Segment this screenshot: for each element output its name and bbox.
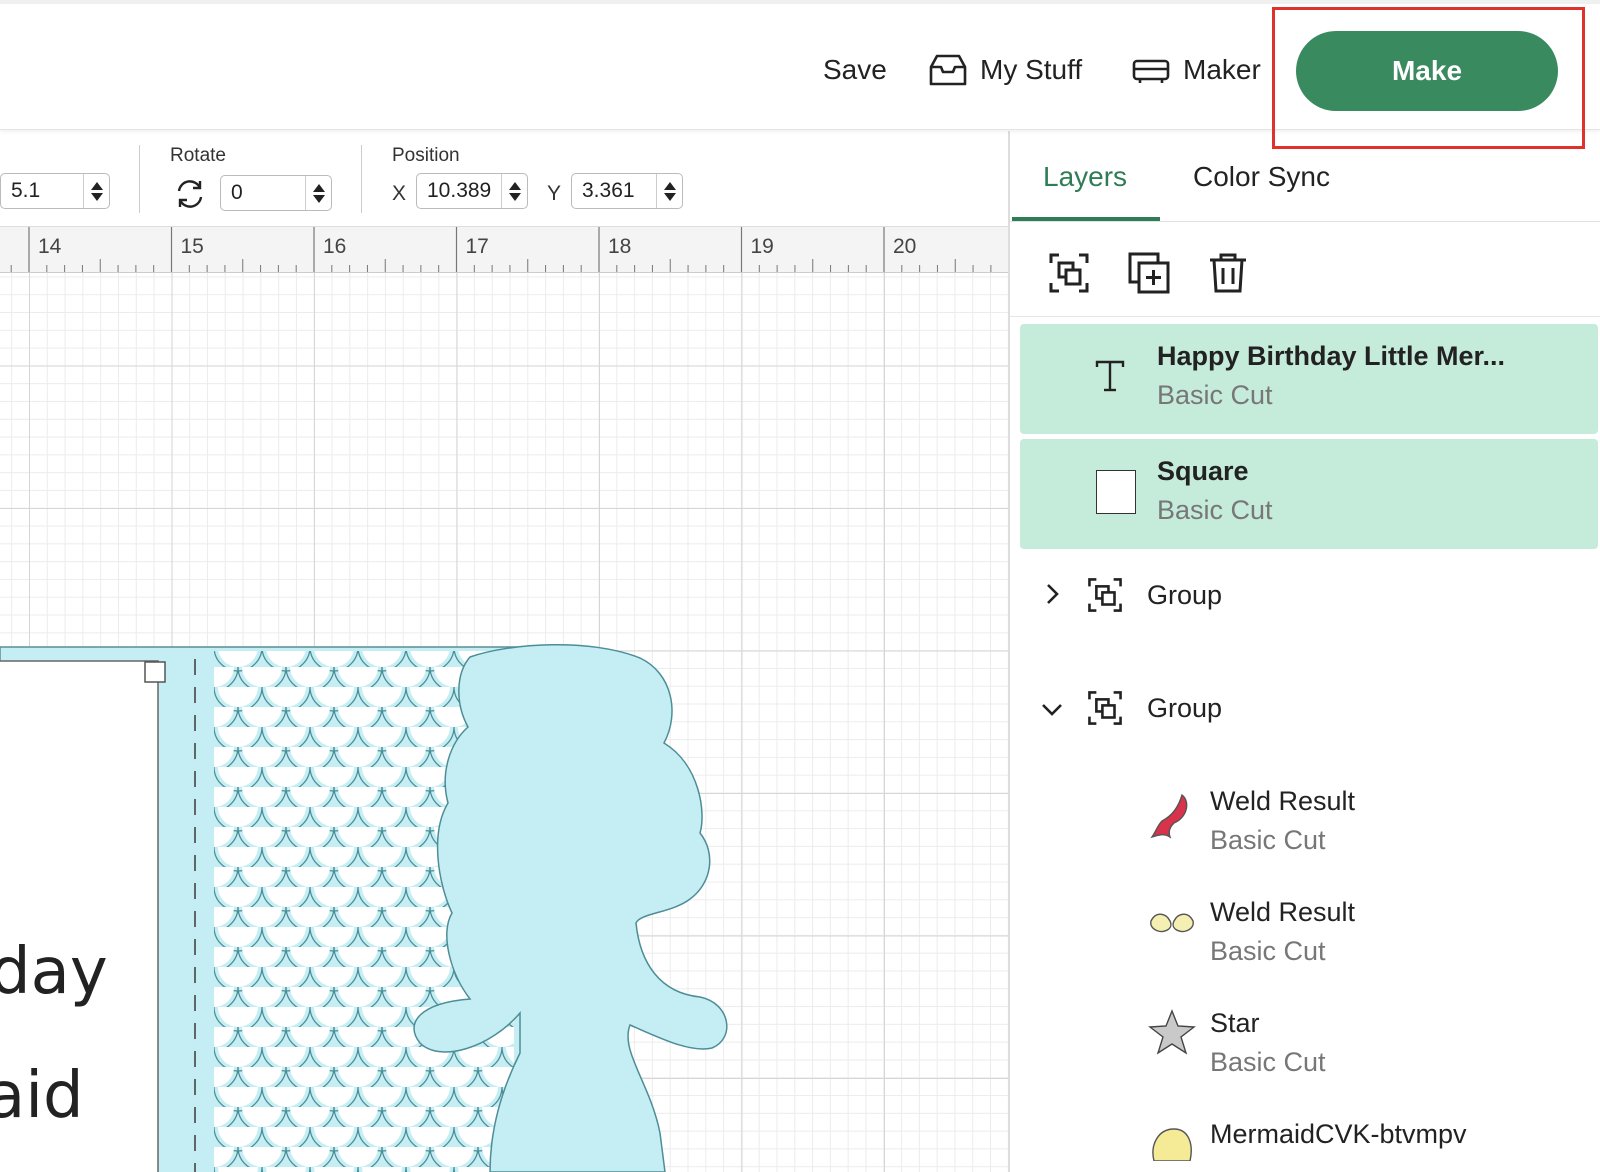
canvas-artwork[interactable]: day aid bbox=[0, 273, 1008, 1172]
tab-color-sync[interactable]: Color Sync bbox=[1193, 161, 1330, 193]
group-layer-icon bbox=[1088, 691, 1122, 725]
square-thumbnail bbox=[1096, 470, 1136, 514]
x-axis-label: X bbox=[392, 182, 407, 205]
horizontal-ruler: 14 15 16 17 18 19 20 bbox=[0, 227, 1008, 273]
ruler-tick-label: 14 bbox=[38, 235, 62, 258]
my-stuff-label: My Stuff bbox=[980, 54, 1083, 85]
x-position-stepper[interactable] bbox=[416, 173, 528, 209]
layer-item-group[interactable]: Group bbox=[1147, 580, 1222, 611]
layer-operation: Basic Cut bbox=[1157, 380, 1273, 410]
maker-button[interactable]: Maker bbox=[1131, 48, 1261, 92]
arrow-up-icon[interactable] bbox=[508, 181, 521, 190]
layer-item-text[interactable]: Happy Birthday Little Mer... Basic Cut bbox=[1020, 324, 1598, 434]
trash-icon[interactable] bbox=[1206, 251, 1250, 295]
size-input[interactable] bbox=[1, 179, 83, 203]
ruler-tick-label: 17 bbox=[466, 235, 489, 258]
rotate-stepper-arrows[interactable] bbox=[305, 176, 331, 210]
x-position-input[interactable] bbox=[417, 179, 501, 203]
save-button[interactable]: Save bbox=[823, 48, 887, 92]
text-layer-icon bbox=[1095, 360, 1125, 392]
ruler-tick-label: 20 bbox=[893, 235, 916, 258]
group-layer-icon bbox=[1088, 578, 1122, 612]
ruler-ticks: 14 15 16 17 18 19 20 bbox=[10, 227, 992, 272]
layer-operation: Basic Cut bbox=[1210, 1047, 1326, 1077]
my-stuff-button[interactable]: My Stuff bbox=[928, 48, 1082, 92]
toolbar-divider bbox=[361, 145, 362, 213]
arrow-down-icon[interactable] bbox=[312, 194, 325, 203]
x-stepper-arrows[interactable] bbox=[501, 174, 527, 208]
toolbar-divider bbox=[139, 145, 140, 213]
size-stepper-arrows[interactable] bbox=[83, 174, 109, 208]
layer-title: Weld Result bbox=[1210, 786, 1356, 816]
maker-label: Maker bbox=[1183, 54, 1261, 85]
duplicate-icon[interactable] bbox=[1127, 251, 1171, 295]
position-label: Position bbox=[392, 145, 460, 166]
ruler-tick-label: 15 bbox=[181, 235, 204, 258]
y-axis-label: Y bbox=[547, 182, 562, 205]
resize-handle[interactable] bbox=[144, 661, 166, 683]
layers-panel: Layers Color Sync Happy Birthday Little … bbox=[1010, 131, 1600, 1172]
star-thumbnail bbox=[1148, 1009, 1196, 1055]
tab-divider bbox=[1010, 221, 1600, 222]
rotate-label: Rotate bbox=[170, 145, 226, 166]
edit-toolbar: Rotate Position X Y bbox=[0, 131, 1008, 227]
y-stepper-arrows[interactable] bbox=[656, 174, 682, 208]
size-stepper[interactable] bbox=[0, 173, 110, 209]
shell-top-thumbnail bbox=[1150, 913, 1194, 933]
rotate-stepper[interactable] bbox=[220, 175, 332, 211]
arrow-down-icon[interactable] bbox=[508, 192, 521, 201]
icons-divider bbox=[1010, 316, 1600, 317]
layer-operation: Basic Cut bbox=[1210, 825, 1326, 855]
arrow-up-icon[interactable] bbox=[312, 183, 325, 192]
inbox-icon bbox=[929, 54, 967, 86]
mermaid-hair-thumbnail bbox=[1152, 1128, 1192, 1161]
ruler-tick-label: 19 bbox=[751, 235, 774, 258]
card-text-line-1[interactable]: day bbox=[0, 935, 108, 1009]
arrow-up-icon[interactable] bbox=[663, 181, 676, 190]
chevron-down-icon[interactable] bbox=[1040, 697, 1064, 721]
make-button[interactable]: Make bbox=[1296, 31, 1558, 111]
y-position-input[interactable] bbox=[572, 179, 656, 203]
arrow-up-icon[interactable] bbox=[90, 181, 103, 190]
ruler-tick-label: 16 bbox=[323, 235, 346, 258]
layer-title: MermaidCVK-btvmpv bbox=[1210, 1119, 1467, 1149]
mermaid-tail-thumbnail bbox=[1150, 793, 1188, 839]
top-header: Save My Stuff Maker Make bbox=[0, 0, 1600, 130]
machine-icon bbox=[1132, 59, 1170, 83]
tab-layers[interactable]: Layers bbox=[1043, 161, 1127, 193]
layer-item-group-expanded[interactable]: Group bbox=[1147, 693, 1222, 724]
save-label: Save bbox=[823, 54, 887, 85]
chevron-right-icon[interactable] bbox=[1040, 582, 1064, 606]
layer-title: Star bbox=[1210, 1008, 1260, 1038]
rotate-icon[interactable] bbox=[173, 177, 207, 211]
layer-title: Square bbox=[1157, 456, 1249, 486]
arrow-down-icon[interactable] bbox=[90, 192, 103, 201]
design-canvas[interactable]: day aid bbox=[0, 273, 1008, 1172]
layer-title: Weld Result bbox=[1210, 897, 1356, 927]
layer-item-square[interactable]: Square Basic Cut bbox=[1020, 439, 1598, 549]
y-position-stepper[interactable] bbox=[571, 173, 683, 209]
layer-operation: Basic Cut bbox=[1157, 495, 1273, 525]
rotate-input[interactable] bbox=[221, 181, 305, 205]
layer-operation: Basic Cut bbox=[1210, 936, 1326, 966]
card-text-line-2[interactable]: aid bbox=[0, 1059, 84, 1133]
group-icon[interactable] bbox=[1047, 251, 1091, 295]
ruler-tick-label: 18 bbox=[608, 235, 631, 258]
layer-title: Happy Birthday Little Mer... bbox=[1157, 341, 1506, 371]
arrow-down-icon[interactable] bbox=[663, 192, 676, 201]
